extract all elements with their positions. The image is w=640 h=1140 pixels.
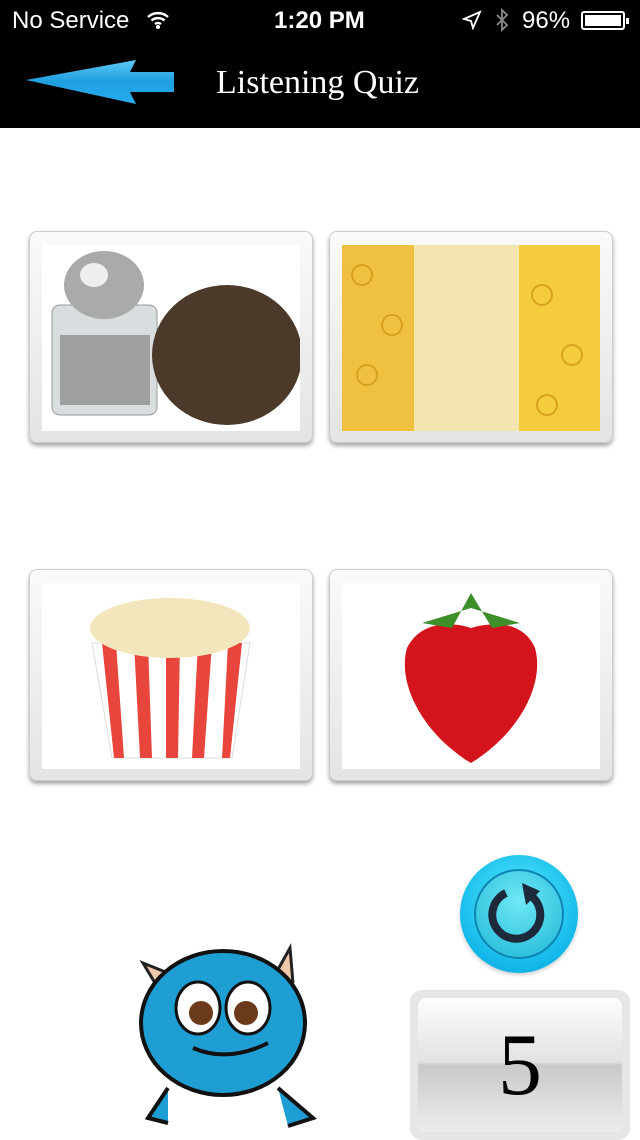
clock: 1:20 PM [274, 7, 365, 34]
monster-mascot [139, 943, 318, 1128]
score-value: 5 [418, 998, 622, 1132]
wifi-icon [147, 12, 169, 29]
choice-card-pepper[interactable] [29, 231, 313, 443]
popcorn-image [42, 583, 300, 769]
status-bar: No Service 1:20 PM 96% [0, 0, 640, 40]
replay-icon [488, 883, 545, 943]
carrier-label: No Service [12, 7, 130, 34]
choice-card-pasta[interactable] [329, 231, 613, 443]
pepper-image [42, 245, 300, 431]
nav-bar: Listening Quiz [0, 40, 640, 128]
blue-arrow-left-icon[interactable] [26, 56, 174, 106]
pasta-image [342, 245, 600, 431]
battery-icon [581, 11, 629, 30]
replay-button[interactable] [460, 855, 578, 973]
bluetooth-icon [496, 8, 509, 33]
choice-card-strawberry[interactable] [329, 569, 613, 781]
choice-card-popcorn[interactable] [29, 569, 313, 781]
location-icon [462, 10, 482, 30]
page-title: Listening Quiz [216, 64, 420, 101]
strawberry-image [342, 583, 600, 769]
battery-percent: 96% [522, 7, 571, 34]
score-display: 5 [410, 990, 630, 1140]
